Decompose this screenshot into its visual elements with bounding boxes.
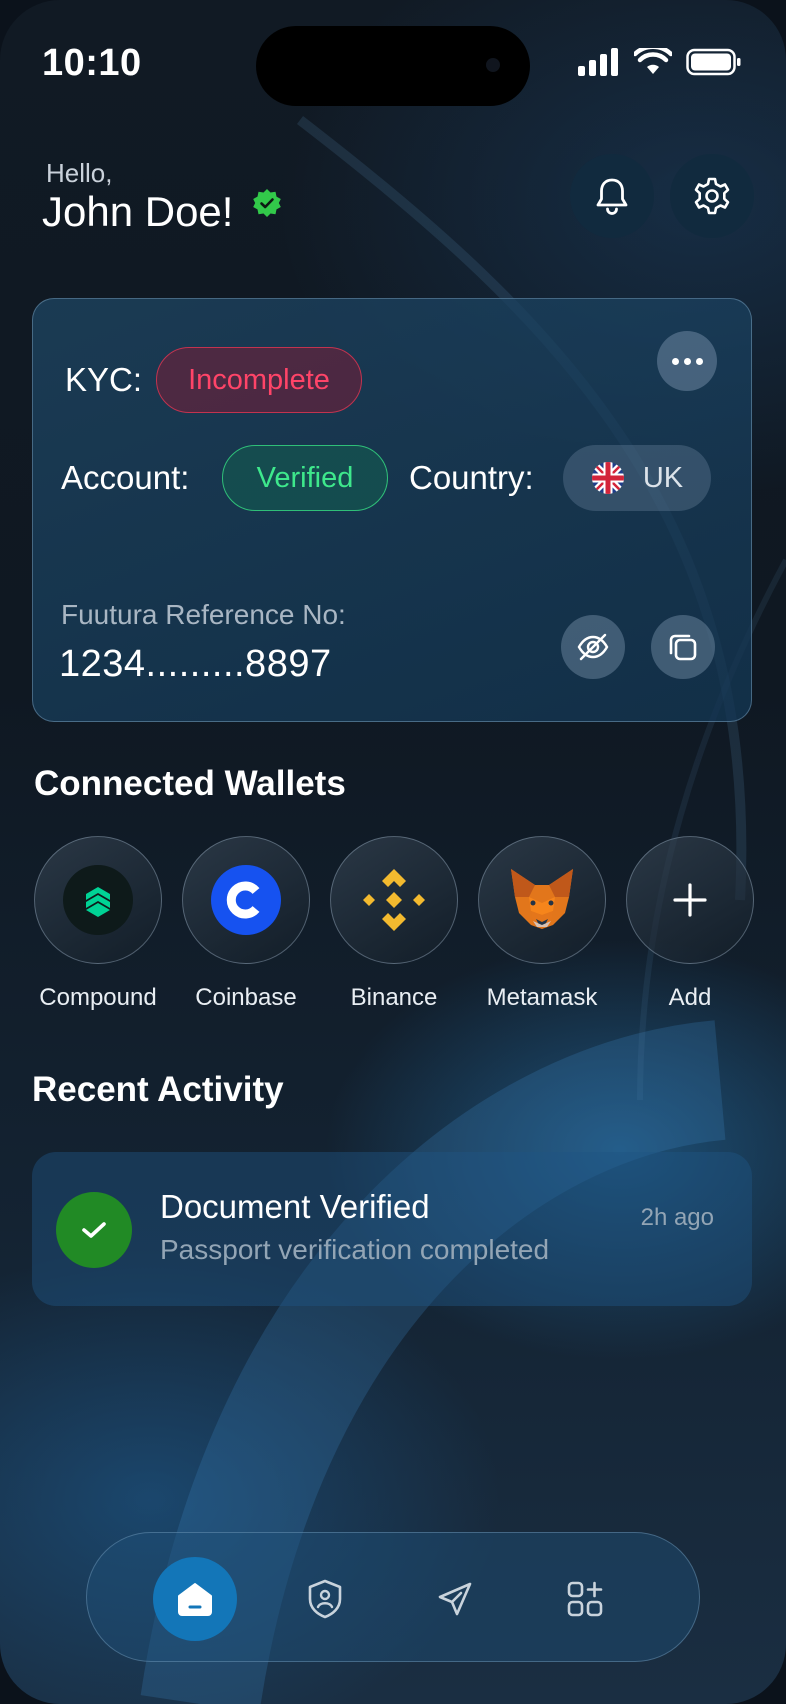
plus-icon bbox=[673, 883, 707, 917]
eye-off-icon bbox=[577, 633, 609, 661]
metamask-logo-icon bbox=[511, 869, 573, 929]
success-check-icon bbox=[56, 1192, 132, 1268]
activity-time: 2h ago bbox=[640, 1204, 714, 1231]
nav-send[interactable] bbox=[413, 1557, 497, 1641]
wallet-circle bbox=[34, 836, 162, 964]
wallet-compound[interactable]: Compound bbox=[34, 836, 162, 1012]
activity-subtitle: Passport verification completed bbox=[160, 1234, 550, 1265]
settings-button[interactable] bbox=[670, 154, 754, 238]
bell-icon bbox=[596, 178, 628, 215]
apps-add-icon bbox=[567, 1581, 603, 1617]
nav-identity[interactable] bbox=[283, 1557, 367, 1641]
bottom-nav bbox=[86, 1532, 700, 1662]
wallet-label: Metamask bbox=[486, 984, 598, 1011]
camera-dot bbox=[486, 58, 500, 72]
wallet-label: Add bbox=[668, 984, 712, 1011]
country-badge: UK bbox=[563, 445, 711, 511]
country-value: UK bbox=[642, 461, 684, 494]
more-dot bbox=[695, 357, 703, 365]
activity-title: Document Verified bbox=[160, 1188, 430, 1225]
wallet-circle bbox=[626, 836, 754, 964]
copy-icon bbox=[669, 634, 697, 661]
coinbase-logo-icon bbox=[211, 865, 281, 935]
recent-activity-title: Recent Activity bbox=[32, 1070, 284, 1109]
wallet-circle bbox=[478, 836, 606, 964]
dynamic-island bbox=[256, 26, 530, 106]
wallet-label: Coinbase bbox=[195, 984, 297, 1011]
send-icon bbox=[438, 1582, 472, 1616]
nav-apps[interactable] bbox=[543, 1557, 627, 1641]
shield-user-icon bbox=[308, 1579, 342, 1619]
nav-home[interactable] bbox=[153, 1557, 237, 1641]
wallet-label: Compound bbox=[39, 984, 157, 1011]
reference-value: 1234.........8897 bbox=[59, 643, 332, 685]
battery-icon bbox=[686, 48, 741, 76]
connected-wallets-title: Connected Wallets bbox=[34, 764, 346, 803]
account-label: Account: bbox=[61, 459, 190, 496]
wallet-circle bbox=[330, 836, 458, 964]
more-dot bbox=[683, 357, 691, 365]
kyc-status-card: KYC: Incomplete Account: Verified Countr… bbox=[32, 298, 752, 722]
verified-badge-icon bbox=[253, 189, 281, 217]
add-wallet-button[interactable]: Add bbox=[626, 836, 754, 1012]
binance-logo-icon bbox=[363, 869, 425, 931]
toggle-visibility-button[interactable] bbox=[561, 615, 625, 679]
gear-icon bbox=[694, 177, 730, 215]
status-time: 10:10 bbox=[42, 42, 142, 84]
uk-flag-icon bbox=[591, 462, 624, 494]
more-options-button[interactable] bbox=[657, 331, 717, 391]
account-status-badge: Verified bbox=[222, 445, 388, 511]
status-icons bbox=[578, 48, 742, 76]
wallet-binance[interactable]: Binance bbox=[330, 836, 458, 1012]
compound-logo-icon bbox=[63, 865, 133, 935]
copy-reference-button[interactable] bbox=[651, 615, 715, 679]
home-icon bbox=[178, 1583, 212, 1616]
app-screen: 10:10 Hello, John Doe! KYC: Incomplete A… bbox=[0, 0, 786, 1704]
kyc-label: KYC: bbox=[65, 361, 143, 398]
activity-item[interactable]: Document Verified Passport verification … bbox=[32, 1152, 752, 1306]
kyc-status-badge: Incomplete bbox=[156, 347, 362, 413]
notifications-button[interactable] bbox=[570, 154, 654, 238]
wallet-label: Binance bbox=[350, 984, 438, 1011]
wifi-icon bbox=[634, 48, 672, 74]
more-dot bbox=[671, 357, 679, 365]
greeting-text: Hello, bbox=[46, 158, 113, 188]
signal-icon bbox=[578, 48, 618, 76]
wallet-circle bbox=[182, 836, 310, 964]
user-name: John Doe! bbox=[42, 188, 234, 235]
country-label: Country: bbox=[409, 459, 534, 496]
reference-label: Fuutura Reference No: bbox=[61, 599, 346, 630]
wallet-coinbase[interactable]: Coinbase bbox=[182, 836, 310, 1012]
wallet-metamask[interactable]: Metamask bbox=[478, 836, 606, 1012]
